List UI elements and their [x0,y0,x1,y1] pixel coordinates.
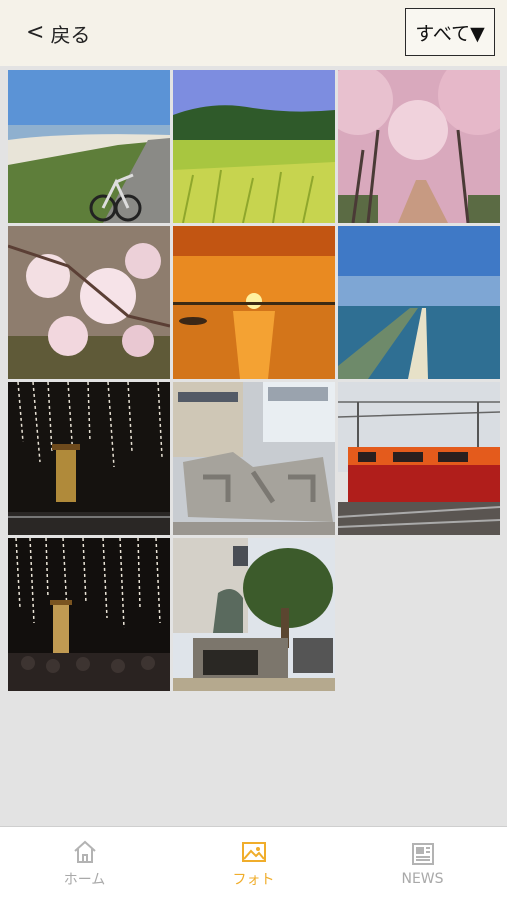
photo-red-train[interactable] [338,382,500,535]
tab-news[interactable]: NEWS [338,827,507,900]
photo-sumo-statue-pine[interactable] [173,538,335,691]
photo-cherry-blossom-closeup[interactable] [8,226,170,379]
filter-label: すべて▼ [415,22,485,45]
tab-home[interactable]: ホーム [0,827,169,900]
tab-photo-label: フォト [232,872,275,888]
photo-beach-bicycle[interactable] [8,70,170,223]
photo-coastline-aerial[interactable] [338,226,500,379]
photo-stone-monument-plaza[interactable] [173,382,335,535]
filter-dropdown[interactable]: すべて▼ [405,8,495,56]
photo-fireworks-shrine-crowd[interactable] [8,538,170,691]
header-bar: < 戻る すべて▼ [0,0,507,66]
chevron-left-icon: < [26,20,45,45]
photo-fireworks-festival-night[interactable] [8,382,170,535]
photo-cherry-blossom-avenue[interactable] [338,70,500,223]
tab-news-label: NEWS [401,871,444,887]
photo-rice-field[interactable] [173,70,335,223]
home-icon [73,840,96,863]
tab-photo[interactable]: フォト [169,827,338,900]
tab-home-label: ホーム [63,872,106,888]
bottom-tab-bar: ホーム フォト NEWS [0,826,507,900]
news-icon [411,843,434,865]
photo-icon [241,842,266,862]
photo-ocean-sunset[interactable] [173,226,335,379]
back-button[interactable]: < 戻る [26,19,90,47]
back-label: 戻る [50,22,91,47]
